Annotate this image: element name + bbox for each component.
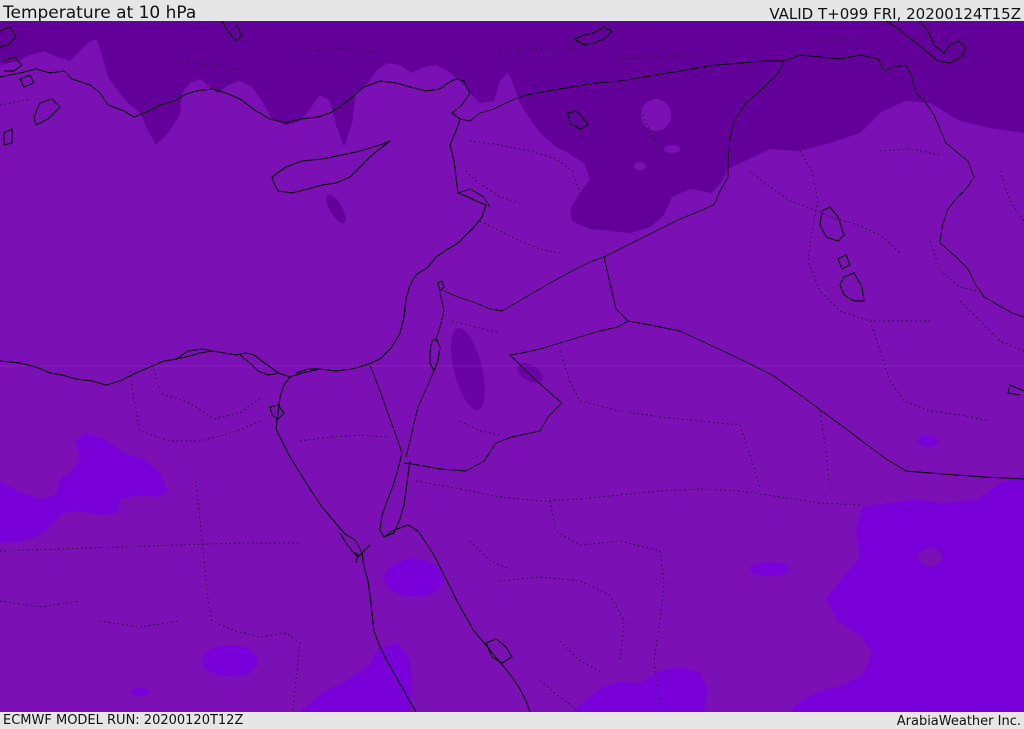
warm-pocket-iran: [918, 435, 938, 447]
warm-pocket-egypt: [384, 559, 444, 597]
model-run: ECMWF MODEL RUN: 20200120T12Z: [3, 713, 244, 728]
cold-pocket-small-b: [634, 162, 646, 170]
map-canvas[interactable]: [0, 21, 1024, 712]
map-viewer: Temperature at 10 hPa VALID T+099 FRI, 2…: [0, 0, 1024, 729]
header-bar: Temperature at 10 hPa VALID T+099 FRI, 2…: [0, 0, 1024, 23]
cold-pocket-sea: [641, 99, 671, 131]
cold-pocket-iran: [918, 548, 942, 566]
cold-pocket-small-a: [664, 145, 680, 153]
warm-pocket-arabia: [750, 562, 790, 576]
credit-text: ArabiaWeather Inc.: [896, 714, 1021, 729]
warm-pocket-sudan: [202, 645, 258, 677]
map-title: Temperature at 10 hPa: [3, 3, 197, 23]
warm-pocket-small: [130, 688, 150, 696]
footer-bar: ECMWF MODEL RUN: 20200120T12Z ArabiaWeat…: [0, 712, 1024, 729]
temperature-map: [0, 21, 1024, 712]
